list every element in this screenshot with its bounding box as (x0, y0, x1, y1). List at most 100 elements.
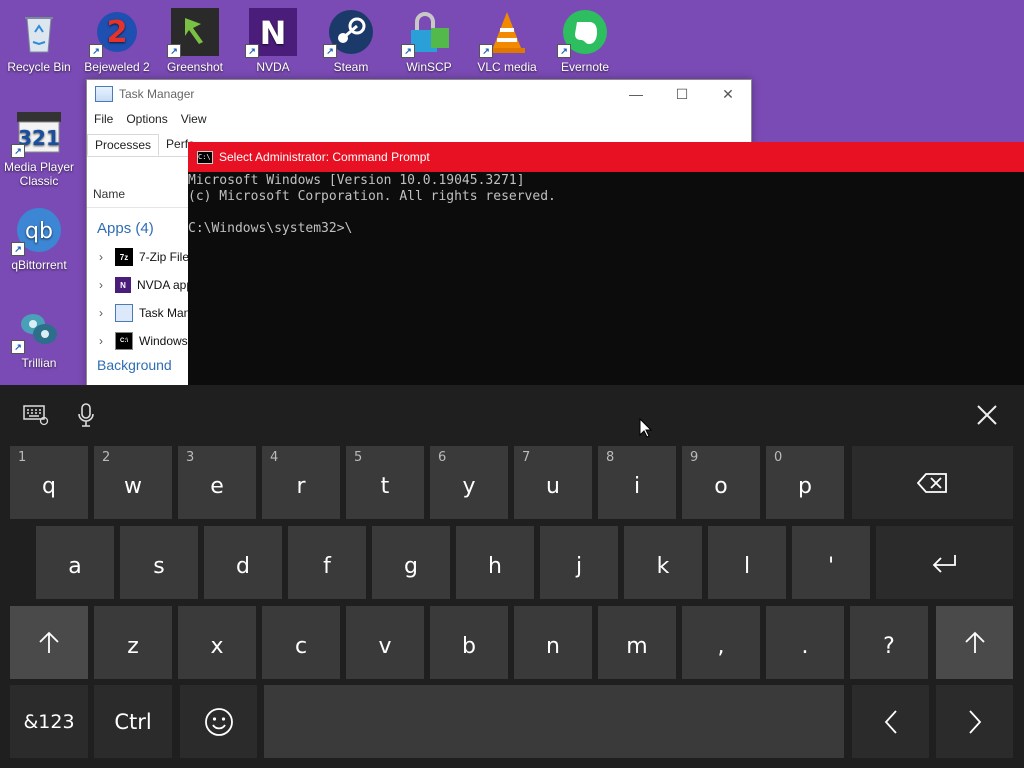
minimize-button[interactable]: — (613, 80, 659, 108)
key-v[interactable]: v (346, 606, 424, 679)
shortcut-arrow-icon: ↗ (11, 340, 25, 354)
console-line: (c) Microsoft Corporation. All rights re… (188, 189, 556, 204)
cursor-left-key[interactable] (852, 685, 929, 758)
chevron-left-icon (884, 709, 897, 734)
cursor-right-key[interactable] (936, 685, 1013, 758)
svg-text:2: 2 (107, 15, 128, 50)
key-j[interactable]: j (540, 526, 618, 599)
key-g[interactable]: g (372, 526, 450, 599)
command-prompt-window[interactable]: C:\ Select Administrator: Command Prompt… (188, 142, 1024, 385)
shortcut-arrow-icon: ↗ (89, 44, 103, 58)
console-prompt-line: C:\Windows\system32>\ (188, 221, 353, 236)
key-o[interactable]: 9o (682, 446, 760, 519)
key-k[interactable]: k (624, 526, 702, 599)
steam-icon: ↗ (323, 8, 375, 58)
key-apostrophe[interactable]: ' (792, 526, 870, 599)
key-w[interactable]: 2w (94, 446, 172, 519)
close-button[interactable]: ✕ (705, 80, 751, 108)
menu-options[interactable]: Options (126, 112, 167, 126)
key-a[interactable]: a (36, 526, 114, 599)
desktop-icon-trillian[interactable]: ↗ Trillian (0, 304, 78, 370)
task-manager-titlebar[interactable]: Task Manager — ☐ ✕ (87, 80, 751, 108)
backspace-key[interactable] (852, 446, 1013, 519)
evernote-elephant-icon: ↗ (557, 8, 609, 58)
task-manager-icon (115, 304, 133, 322)
key-t[interactable]: 5t (346, 446, 424, 519)
menu-view[interactable]: View (181, 112, 207, 126)
enter-icon (932, 554, 956, 573)
maximize-button[interactable]: ☐ (659, 80, 705, 108)
key-z[interactable]: z (94, 606, 172, 679)
media-player-classic-icon: 321 ↗ (11, 108, 63, 158)
desktop-icon-evernote[interactable]: ↗ Evernote (546, 8, 624, 74)
shortcut-arrow-icon: ↗ (401, 44, 415, 58)
shortcut-arrow-icon: ↗ (557, 44, 571, 58)
touch-keyboard: 1q 2w 3e 4r 5t 6y 7u 8i 9o 0p a s d f g … (0, 385, 1024, 768)
shortcut-arrow-icon: ↗ (479, 44, 493, 58)
key-c[interactable]: c (262, 606, 340, 679)
shortcut-arrow-icon: ↗ (11, 242, 25, 256)
desktop-icon-greenshot[interactable]: ↗ Greenshot (156, 8, 234, 74)
key-comma[interactable]: , (682, 606, 760, 679)
enter-key[interactable] (876, 526, 1013, 599)
shift-key-right[interactable] (936, 606, 1013, 679)
symbols-key[interactable]: &123 (10, 685, 88, 758)
keyboard-icon[interactable] (20, 399, 52, 431)
key-l[interactable]: l (708, 526, 786, 599)
keyboard-toolbar (0, 385, 1024, 445)
key-r[interactable]: 4r (262, 446, 340, 519)
command-prompt-icon: C:\ (197, 150, 213, 164)
key-x[interactable]: x (178, 606, 256, 679)
key-q[interactable]: 1q (10, 446, 88, 519)
desktop-icon-media-player-classic[interactable]: 321 ↗ Media Player Classic (0, 108, 78, 188)
task-manager-icon (95, 86, 113, 102)
expand-chevron-icon[interactable]: › (91, 306, 111, 320)
mouse-pointer-icon (639, 418, 653, 438)
ctrl-key[interactable]: Ctrl (94, 685, 172, 758)
key-p[interactable]: 0p (766, 446, 844, 519)
tab-processes[interactable]: Processes (87, 134, 160, 156)
console-output[interactable]: Microsoft Windows [Version 10.0.19045.32… (188, 172, 1024, 237)
desktop-icon-winscp[interactable]: ↗ WinSCP (390, 8, 468, 74)
key-f[interactable]: f (288, 526, 366, 599)
space-key[interactable] (264, 685, 844, 758)
key-s[interactable]: s (120, 526, 198, 599)
console-icon: C:\ (115, 332, 133, 350)
desktop-icon-nvda[interactable]: N ↗ NVDA (234, 8, 312, 74)
winscp-icon: ↗ (401, 8, 453, 58)
bejeweled-icon: 2 ↗ (89, 8, 141, 58)
close-icon[interactable] (971, 399, 1003, 431)
desktop-icon-vlc[interactable]: ↗ VLC media (468, 8, 546, 74)
emoji-icon (204, 707, 233, 736)
desktop-icon-bejeweled[interactable]: 2 ↗ Bejeweled 2 (78, 8, 156, 74)
recycle-bin-icon (15, 8, 63, 56)
nvda-icon: N ↗ (245, 8, 297, 58)
desktop-icon-recycle-bin[interactable]: Recycle Bin (0, 8, 78, 74)
expand-chevron-icon[interactable]: › (91, 334, 111, 348)
key-u[interactable]: 7u (514, 446, 592, 519)
key-m[interactable]: m (598, 606, 676, 679)
greenshot-icon: ↗ (167, 8, 219, 58)
command-prompt-titlebar[interactable]: C:\ Select Administrator: Command Prompt (188, 142, 1024, 172)
desktop-icon-qbittorrent[interactable]: qb ↗ qBittorrent (0, 206, 78, 272)
vlc-cone-icon: ↗ (479, 8, 531, 58)
key-d[interactable]: d (204, 526, 282, 599)
microphone-icon[interactable] (70, 399, 102, 431)
shift-key-left[interactable] (10, 606, 88, 679)
svg-text:qb: qb (25, 219, 53, 244)
nvda-icon: N (115, 277, 131, 293)
desktop-icon-steam[interactable]: ↗ Steam (312, 8, 390, 74)
expand-chevron-icon[interactable]: › (91, 250, 111, 264)
emoji-key[interactable] (180, 685, 257, 758)
key-h[interactable]: h (456, 526, 534, 599)
key-e[interactable]: 3e (178, 446, 256, 519)
expand-chevron-icon[interactable]: › (91, 278, 111, 292)
key-i[interactable]: 8i (598, 446, 676, 519)
key-question[interactable]: ? (850, 606, 928, 679)
key-n[interactable]: n (514, 606, 592, 679)
key-period[interactable]: . (766, 606, 844, 679)
key-y[interactable]: 6y (430, 446, 508, 519)
shortcut-arrow-icon: ↗ (11, 144, 25, 158)
key-b[interactable]: b (430, 606, 508, 679)
menu-file[interactable]: File (94, 112, 113, 126)
